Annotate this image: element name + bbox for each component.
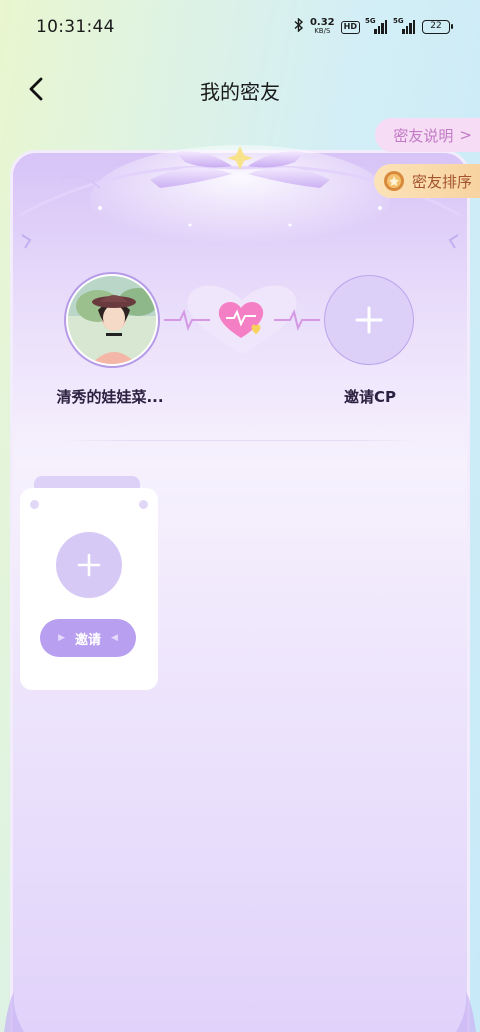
signal-label-2: 5G xyxy=(393,17,404,25)
medal-icon xyxy=(383,171,404,191)
status-icons: 0.32 KB/S HD 5G 5G 22 xyxy=(294,17,453,36)
plus-icon xyxy=(77,553,101,577)
friend-explain-label: 密友说明 xyxy=(393,126,454,145)
nav-bar: 我的密友 xyxy=(0,66,480,112)
slot-invite-label: 邀请 xyxy=(74,632,101,648)
signal-icon: 5G xyxy=(365,17,388,34)
invite-cp-button[interactable] xyxy=(324,275,414,365)
battery-icon: 22 xyxy=(422,20,453,34)
friend-slot-card: ▶ 邀请 ◀ xyxy=(20,488,158,690)
status-bar: 10:31:44 0.32 KB/S HD 5G 5G 22 xyxy=(0,0,480,54)
hd-badge: HD xyxy=(340,20,360,34)
user-avatar[interactable] xyxy=(66,274,158,366)
corner-decoration-right xyxy=(456,992,476,1032)
slot-add-button[interactable] xyxy=(56,532,122,598)
heart-connector xyxy=(164,285,320,354)
friend-rank-label: 密友排序 xyxy=(411,172,472,191)
slot-dot xyxy=(139,500,148,509)
speed-unit: KB/S xyxy=(314,27,331,35)
friend-explain-button[interactable]: 密友说明 > xyxy=(375,118,480,152)
bluetooth-icon xyxy=(294,17,304,36)
plus-icon xyxy=(355,306,383,334)
crest-decoration xyxy=(19,145,461,255)
invite-cp-label[interactable]: 邀请CP xyxy=(320,386,420,407)
network-speed: 0.32 KB/S xyxy=(310,18,335,36)
user-name: 清秀的娃娃菜... xyxy=(56,388,164,406)
slot-dot xyxy=(30,500,39,509)
signal-label: 5G xyxy=(365,17,376,25)
corner-decoration-left xyxy=(4,992,24,1032)
chevron-left-icon: ◀ xyxy=(111,633,118,643)
speed-value: 0.32 xyxy=(309,17,335,28)
divider xyxy=(60,440,420,441)
signal-icon-2: 5G xyxy=(393,17,416,34)
page-title: 我的密友 xyxy=(200,80,280,104)
slot-invite-button[interactable]: ▶ 邀请 ◀ xyxy=(40,619,136,657)
friend-rank-button[interactable]: 密友排序 xyxy=(373,164,480,198)
status-time: 10:31:44 xyxy=(36,17,115,37)
chevron-right-icon: ▶ xyxy=(58,633,65,643)
chevron-right-icon: > xyxy=(459,126,472,144)
